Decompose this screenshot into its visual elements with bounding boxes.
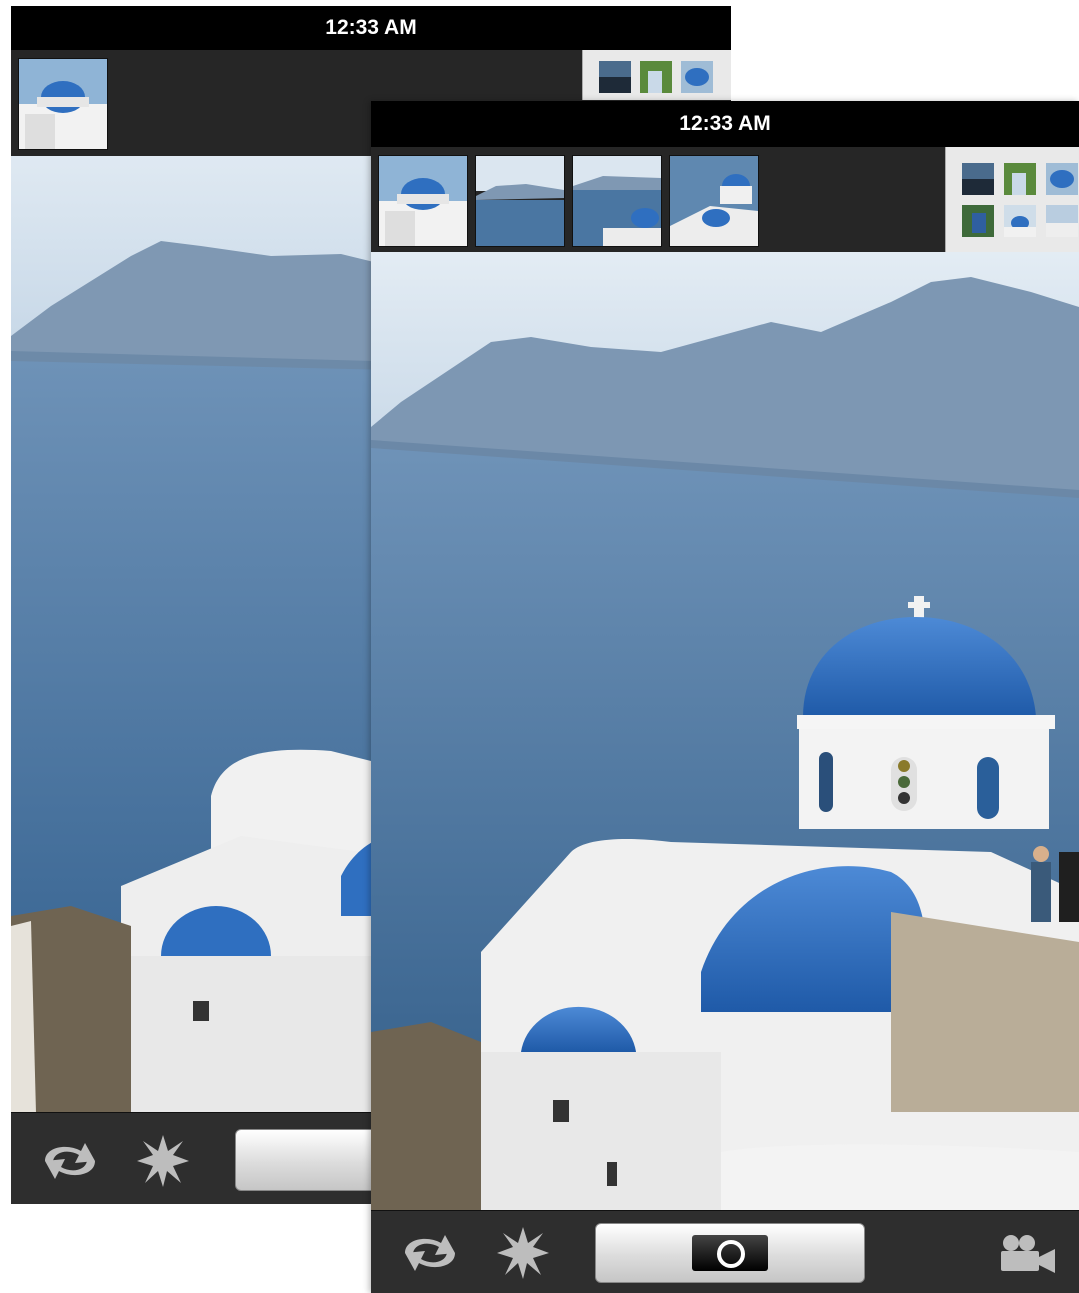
- gallery-button[interactable]: [945, 147, 1079, 252]
- thumbnail-photo[interactable]: [669, 155, 759, 247]
- camera-lens-icon: [692, 1235, 768, 1271]
- starburst-icon[interactable]: [135, 1133, 191, 1189]
- gallery-thumb: [962, 163, 994, 195]
- shutter-button[interactable]: [595, 1223, 865, 1283]
- gallery-button[interactable]: [582, 50, 731, 100]
- thumbnail-photo[interactable]: [572, 155, 662, 247]
- status-time: 12:33 AM: [325, 16, 417, 39]
- camera-viewfinder[interactable]: [371, 252, 1079, 1211]
- gallery-thumb: [599, 61, 631, 93]
- camera-screen-front: 12:33 AM: [371, 101, 1079, 1293]
- status-bar: 12:33 AM: [371, 101, 1079, 147]
- status-bar: 12:33 AM: [11, 6, 731, 50]
- gallery-thumb: [1046, 205, 1078, 237]
- gallery-thumb: [640, 61, 672, 93]
- gallery-thumb: [681, 61, 713, 93]
- rotate-arrows-icon[interactable]: [37, 1139, 103, 1183]
- thumbnail-strip: [371, 147, 1079, 252]
- gallery-thumb: [1004, 205, 1036, 237]
- thumbnail-photo[interactable]: [378, 155, 468, 247]
- rotate-arrows-icon[interactable]: [397, 1231, 463, 1275]
- status-time: 12:33 AM: [679, 112, 771, 135]
- starburst-icon[interactable]: [495, 1225, 551, 1281]
- thumbnail-photo[interactable]: [18, 58, 108, 150]
- gallery-thumb: [962, 205, 994, 237]
- thumbnail-photo[interactable]: [475, 155, 565, 247]
- video-camera-icon[interactable]: [997, 1231, 1057, 1275]
- gallery-thumb: [1046, 163, 1078, 195]
- camera-toolbar: [371, 1210, 1079, 1293]
- gallery-thumb: [1004, 163, 1036, 195]
